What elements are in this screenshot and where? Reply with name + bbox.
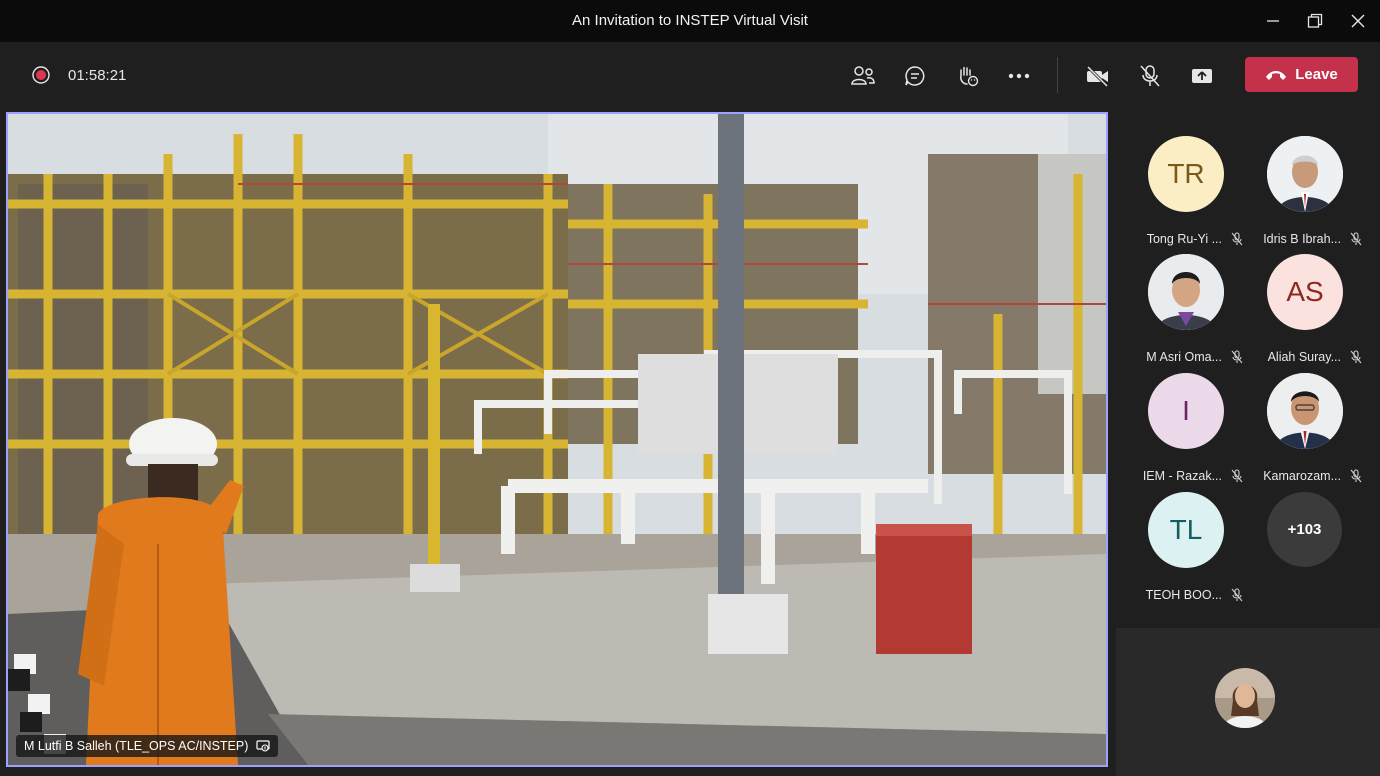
title-bar: An Invitation to INSTEP Virtual Visit bbox=[0, 0, 1380, 42]
participant-tile[interactable]: M Asri Oma... bbox=[1126, 242, 1246, 364]
self-avatar bbox=[1215, 668, 1275, 728]
restore-icon bbox=[1307, 13, 1323, 28]
participant-photo bbox=[1267, 373, 1343, 449]
main-video-stage[interactable]: M Lutfi B Salleh (TLE_OPS AC/INSTEP) bbox=[6, 112, 1108, 767]
participants-button[interactable] bbox=[848, 61, 878, 91]
self-photo bbox=[1215, 668, 1275, 728]
meeting-toolbar: 01:58:21 Leave bbox=[0, 42, 1380, 108]
more-icon bbox=[1008, 73, 1030, 79]
avatar: I bbox=[1148, 373, 1224, 449]
participant-photo bbox=[1267, 136, 1343, 212]
mic-muted-icon bbox=[1231, 588, 1243, 602]
self-view-panel[interactable] bbox=[1116, 628, 1380, 776]
close-icon bbox=[1351, 14, 1365, 28]
participant-name: Kamarozam... bbox=[1263, 469, 1341, 483]
leave-label: Leave bbox=[1295, 66, 1338, 83]
participant-tile[interactable]: TL TEOH BOO... bbox=[1126, 480, 1246, 602]
participant-tile[interactable]: Idris B Ibrah... bbox=[1245, 124, 1365, 246]
avatar: TR bbox=[1148, 136, 1224, 212]
avatar bbox=[1267, 373, 1343, 449]
mic-muted-icon bbox=[1350, 469, 1362, 483]
maximize-button[interactable] bbox=[1295, 6, 1335, 36]
presenter-name: M Lutfi B Salleh (TLE_OPS AC/INSTEP) bbox=[24, 739, 249, 753]
reactions-button[interactable] bbox=[952, 61, 982, 91]
chat-icon bbox=[905, 66, 925, 86]
toolbar-divider bbox=[1057, 57, 1058, 93]
screen-share-indicator-icon bbox=[256, 740, 270, 752]
participant-name: TEOH BOO... bbox=[1145, 588, 1222, 602]
mic-off-icon bbox=[1140, 65, 1160, 87]
avatar bbox=[1267, 136, 1343, 212]
participant-photo bbox=[1148, 254, 1224, 330]
avatar bbox=[1148, 254, 1224, 330]
participant-tile[interactable]: I IEM - Razak... bbox=[1126, 361, 1246, 483]
people-icon bbox=[851, 66, 875, 85]
meeting-timer: 01:58:21 bbox=[68, 67, 127, 84]
phone-icon bbox=[1266, 70, 1287, 80]
camera-off-icon bbox=[1086, 65, 1109, 87]
minimize-icon bbox=[1267, 20, 1279, 22]
participant-tile[interactable]: TR Tong Ru-Yi ... bbox=[1126, 124, 1246, 246]
avatar: AS bbox=[1267, 254, 1343, 330]
raise-hand-icon bbox=[960, 66, 979, 87]
window-title: An Invitation to INSTEP Virtual Visit bbox=[572, 12, 808, 29]
presenter-name-tag: M Lutfi B Salleh (TLE_OPS AC/INSTEP) bbox=[16, 735, 279, 757]
minimize-button[interactable] bbox=[1253, 6, 1293, 36]
shared-video-feed bbox=[8, 114, 1106, 765]
camera-toggle-button[interactable] bbox=[1083, 61, 1113, 91]
share-icon bbox=[1192, 69, 1212, 83]
more-actions-button[interactable] bbox=[1004, 61, 1034, 91]
record-icon bbox=[32, 66, 50, 84]
close-button[interactable] bbox=[1338, 6, 1378, 36]
mic-toggle-button[interactable] bbox=[1135, 61, 1165, 91]
participant-tile[interactable]: Kamarozam... bbox=[1245, 361, 1365, 483]
bottom-strip bbox=[0, 768, 1116, 776]
participant-tile[interactable]: AS Aliah Suray... bbox=[1245, 242, 1365, 364]
share-screen-button[interactable] bbox=[1187, 61, 1217, 91]
leave-button[interactable]: Leave bbox=[1245, 57, 1358, 92]
more-participants-button[interactable]: +103 bbox=[1267, 492, 1342, 567]
chat-button[interactable] bbox=[900, 61, 930, 91]
avatar: TL bbox=[1148, 492, 1224, 568]
